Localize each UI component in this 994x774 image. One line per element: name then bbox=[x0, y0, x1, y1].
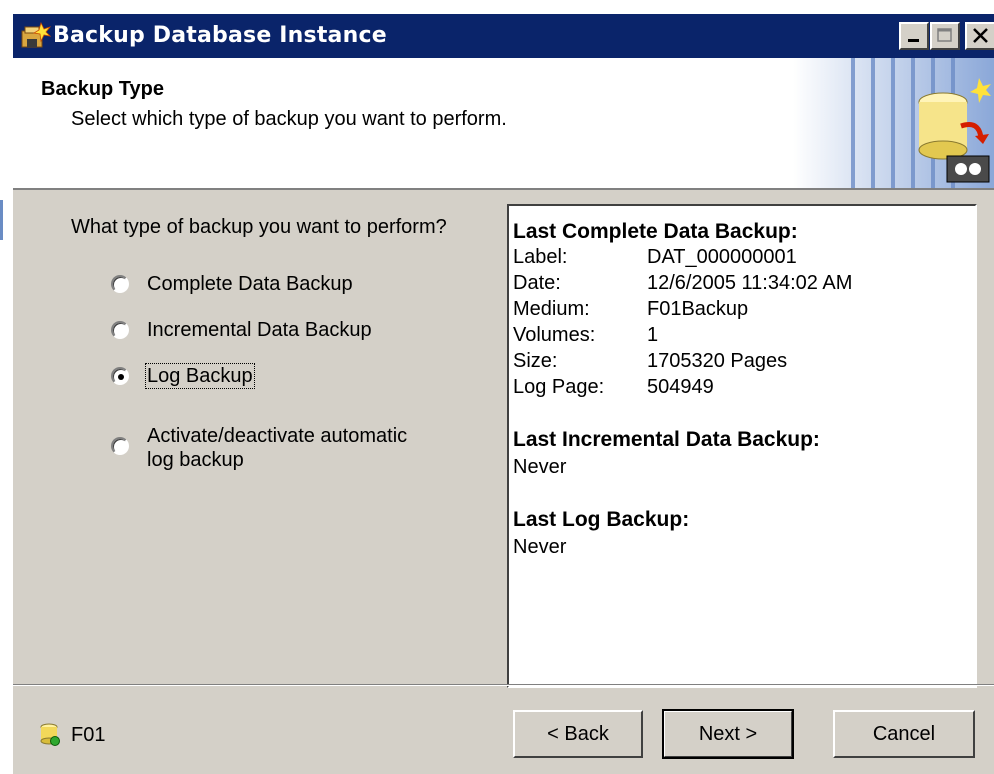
option-incremental-data-backup[interactable]: Incremental Data Backup bbox=[111, 318, 372, 342]
last-log-value: Never bbox=[513, 536, 567, 558]
backup-wizard-icon bbox=[21, 21, 51, 48]
wizard-header: Backup Type Select which type of backup … bbox=[13, 58, 994, 190]
database-backup-icon bbox=[793, 58, 994, 188]
option-automatic-log-backup[interactable]: Activate/deactivate automatic log backup bbox=[111, 424, 407, 472]
title-bar[interactable]: Backup Database Instance bbox=[13, 14, 994, 58]
option-complete-data-backup[interactable]: Complete Data Backup bbox=[111, 272, 353, 296]
database-instance-icon bbox=[40, 723, 60, 746]
info-value: F01Backup bbox=[647, 298, 749, 320]
page-title: Backup Type bbox=[41, 78, 164, 100]
backup-type-question: What type of backup you want to perform? bbox=[71, 216, 447, 238]
info-key: Label: bbox=[513, 246, 568, 268]
info-key: Date: bbox=[513, 272, 561, 294]
backup-dialog: Backup Database Instance Backup Type Sel… bbox=[12, 14, 994, 774]
info-key: Medium: bbox=[513, 298, 590, 320]
info-key: Log Page: bbox=[513, 376, 605, 398]
maximize-icon bbox=[937, 28, 952, 42]
info-value: 504949 bbox=[647, 376, 714, 398]
option-label-line-2: log backup bbox=[147, 449, 244, 471]
background-window bbox=[0, 0, 12, 774]
info-value: DAT_000000001 bbox=[647, 246, 797, 268]
backup-history-panel: Last Complete Data Backup: Label: DAT_00… bbox=[507, 204, 977, 688]
info-value: 12/6/2005 11:34:02 AM bbox=[647, 272, 853, 294]
background-window-mark bbox=[0, 200, 3, 240]
maximize-button[interactable] bbox=[930, 22, 960, 50]
footer-separator bbox=[13, 684, 994, 686]
cancel-button[interactable]: Cancel bbox=[833, 710, 975, 758]
option-log-backup[interactable]: Log Backup bbox=[111, 363, 255, 389]
info-key: Volumes: bbox=[513, 324, 596, 346]
option-label: Complete Data Backup bbox=[147, 273, 353, 295]
last-complete-title: Last Complete Data Backup: bbox=[513, 220, 798, 243]
window-title: Backup Database Instance bbox=[53, 23, 387, 48]
last-incremental-title: Last Incremental Data Backup: bbox=[513, 428, 820, 451]
minimize-icon bbox=[908, 39, 919, 42]
radio-button-selected[interactable] bbox=[111, 367, 129, 385]
radio-button[interactable] bbox=[111, 437, 129, 455]
close-icon bbox=[973, 28, 988, 43]
info-value: 1705320 Pages bbox=[647, 350, 788, 372]
page-subtitle: Select which type of backup you want to … bbox=[71, 108, 507, 130]
minimize-button[interactable] bbox=[899, 22, 929, 50]
radio-button[interactable] bbox=[111, 321, 129, 339]
back-button[interactable]: < Back bbox=[513, 710, 643, 758]
option-label: Activate/deactivate automatic log backup bbox=[147, 424, 407, 472]
close-button[interactable] bbox=[965, 22, 994, 50]
option-label: Incremental Data Backup bbox=[147, 319, 372, 341]
info-value: 1 bbox=[647, 324, 659, 346]
instance-name: F01 bbox=[71, 724, 106, 746]
option-label: Log Backup bbox=[145, 363, 255, 389]
next-button[interactable]: Next > bbox=[662, 709, 794, 759]
option-label-focused: Log Backup bbox=[145, 363, 255, 389]
last-incremental-value: Never bbox=[513, 456, 567, 478]
radio-button[interactable] bbox=[111, 275, 129, 293]
option-label-line-1: Activate/deactivate automatic bbox=[147, 425, 408, 447]
info-key: Size: bbox=[513, 350, 558, 372]
last-log-title: Last Log Backup: bbox=[513, 508, 690, 531]
